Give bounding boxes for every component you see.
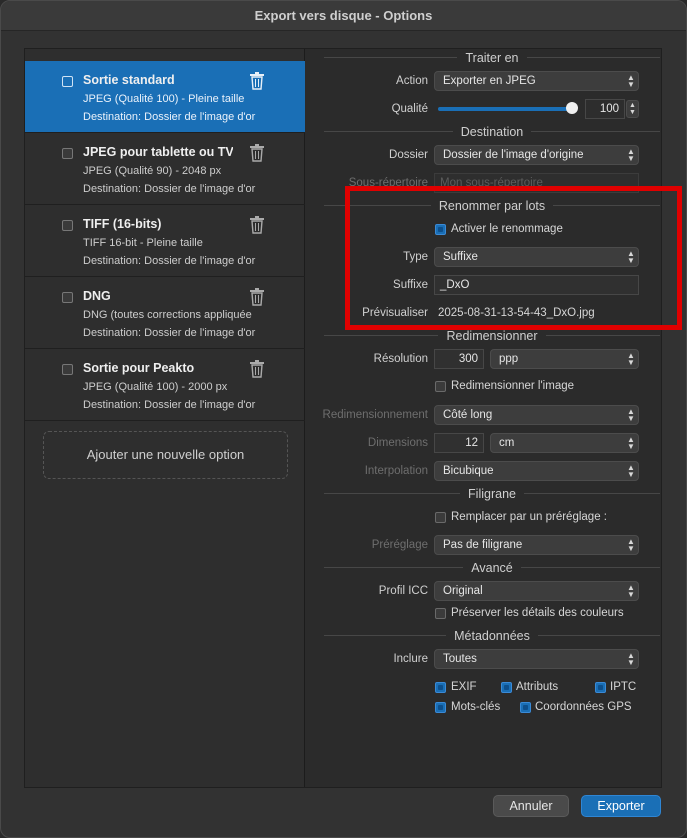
preset-item[interactable]: Sortie pour Peakto JPEG (Qualité 100) - …	[25, 349, 305, 421]
preset-format: JPEG (Qualité 100) - Pleine taille	[83, 93, 245, 105]
redimensionnement-label: Redimensionnement	[322, 409, 428, 421]
exif-label: EXIF	[451, 681, 477, 693]
trash-icon[interactable]	[249, 216, 265, 234]
remplacer-label: Remplacer par un préréglage :	[451, 511, 607, 523]
iptc-checkbox[interactable]	[595, 682, 606, 693]
qualite-slider[interactable]	[438, 107, 574, 111]
preset-destination: Destination: Dossier de l'image d'or	[83, 327, 256, 339]
preset-format: JPEG (Qualité 100) - 2000 px	[83, 381, 228, 393]
prereglage-select[interactable]: Pas de filigrane ▲ ▼	[434, 535, 639, 555]
preset-item[interactable]: TIFF (16-bits) TIFF 16-bit - Pleine tail…	[25, 205, 305, 277]
window-title: Export vers disque - Options	[254, 8, 433, 23]
dimensions-label: Dimensions	[367, 437, 428, 449]
preset-checkbox[interactable]	[62, 220, 73, 231]
preset-checkbox[interactable]	[62, 76, 73, 87]
add-option-button[interactable]: Ajouter une nouvelle option	[43, 431, 288, 479]
preset-format: TIFF 16-bit - Pleine taille	[83, 237, 203, 249]
preserver-checkbox[interactable]	[435, 608, 446, 619]
interpolation-select[interactable]: Bicubique ▲ ▼	[434, 461, 639, 481]
trash-icon[interactable]	[249, 72, 265, 90]
redimensionner-label: Redimensionner l'image	[451, 380, 575, 392]
gps-checkbox[interactable]	[520, 702, 531, 713]
preset-item[interactable]: Sortie standard JPEG (Qualité 100) - Ple…	[25, 61, 305, 133]
highlight-rectangle	[345, 186, 682, 330]
preset-checkbox[interactable]	[62, 148, 73, 159]
prereglage-label: Préréglage	[371, 539, 428, 551]
profil-icc-select[interactable]: Original ▲ ▼	[434, 581, 639, 601]
preset-item[interactable]: DNG DNG (toutes corrections appliquée De…	[25, 277, 305, 349]
iptc-label: IPTC	[610, 681, 637, 693]
preset-format: DNG (toutes corrections appliquée	[83, 309, 252, 321]
section-header-avance: Avancé	[324, 560, 660, 575]
section-header-metadonnees: Métadonnées	[324, 628, 660, 643]
attributs-label: Attributs	[516, 681, 559, 693]
section-header-filigrane: Filigrane	[324, 486, 660, 501]
preset-format: JPEG (Qualité 90) - 2048 px	[83, 165, 222, 177]
interpolation-label: Interpolation	[364, 465, 428, 477]
section-header-traiter: Traiter en	[324, 50, 660, 65]
exif-checkbox[interactable]	[435, 682, 446, 693]
dimensions-unit-select[interactable]: cm ▲ ▼	[490, 433, 639, 453]
preset-destination: Destination: Dossier de l'image d'or	[83, 255, 256, 267]
action-label: Action	[396, 75, 428, 87]
dossier-label: Dossier	[389, 149, 428, 161]
qualite-label: Qualité	[391, 103, 428, 115]
profil-icc-label: Profil ICC	[378, 585, 428, 597]
preset-name: DNG	[83, 289, 111, 303]
title-bar: Export vers disque - Options	[1, 1, 686, 31]
export-button[interactable]: Exporter	[581, 795, 661, 817]
resolution-unit-select[interactable]: ppp ▲ ▼	[490, 349, 639, 369]
preset-destination: Destination: Dossier de l'image d'or	[83, 399, 256, 411]
section-header-redimensionner: Redimensionner	[324, 328, 660, 343]
cancel-button[interactable]: Annuler	[493, 795, 569, 817]
gps-label: Coordonnées GPS	[535, 701, 632, 713]
motscles-checkbox[interactable]	[435, 702, 446, 713]
preset-checkbox[interactable]	[62, 364, 73, 375]
preserver-label: Préserver les détails des couleurs	[451, 607, 624, 619]
resolution-label: Résolution	[373, 353, 428, 365]
motscles-label: Mots-clés	[451, 701, 501, 713]
preset-destination: Destination: Dossier de l'image d'or	[83, 111, 256, 123]
preset-name: TIFF (16-bits)	[83, 217, 162, 231]
preset-name: Sortie pour Peakto	[83, 361, 195, 375]
preset-destination: Destination: Dossier de l'image d'or	[83, 183, 256, 195]
inclure-select[interactable]: Toutes ▲ ▼	[434, 649, 639, 669]
preset-name: JPEG pour tablette ou TV	[83, 145, 233, 159]
dimensions-field[interactable]: 12	[434, 433, 484, 453]
resolution-field[interactable]: 300	[434, 349, 484, 369]
preset-name: Sortie standard	[83, 73, 175, 87]
qualite-stepper[interactable]: ▲ ▼	[626, 100, 639, 118]
inclure-label: Inclure	[393, 653, 428, 665]
qualite-slider-knob[interactable]	[566, 102, 578, 114]
action-select[interactable]: Exporter en JPEG ▲ ▼	[434, 71, 639, 91]
qualite-input[interactable]: 100	[585, 99, 625, 119]
dossier-select[interactable]: Dossier de l'image d'origine ▲ ▼	[434, 145, 639, 165]
attributs-checkbox[interactable]	[501, 682, 512, 693]
redimensionnement-select[interactable]: Côté long ▲ ▼	[434, 405, 639, 425]
preset-checkbox[interactable]	[62, 292, 73, 303]
remplacer-checkbox[interactable]	[435, 512, 446, 523]
section-header-destination: Destination	[324, 124, 660, 139]
trash-icon[interactable]	[249, 144, 265, 162]
trash-icon[interactable]	[249, 360, 265, 378]
trash-icon[interactable]	[249, 288, 265, 306]
preset-item[interactable]: JPEG pour tablette ou TV JPEG (Qualité 9…	[25, 133, 305, 205]
redimensionner-checkbox[interactable]	[435, 381, 446, 392]
